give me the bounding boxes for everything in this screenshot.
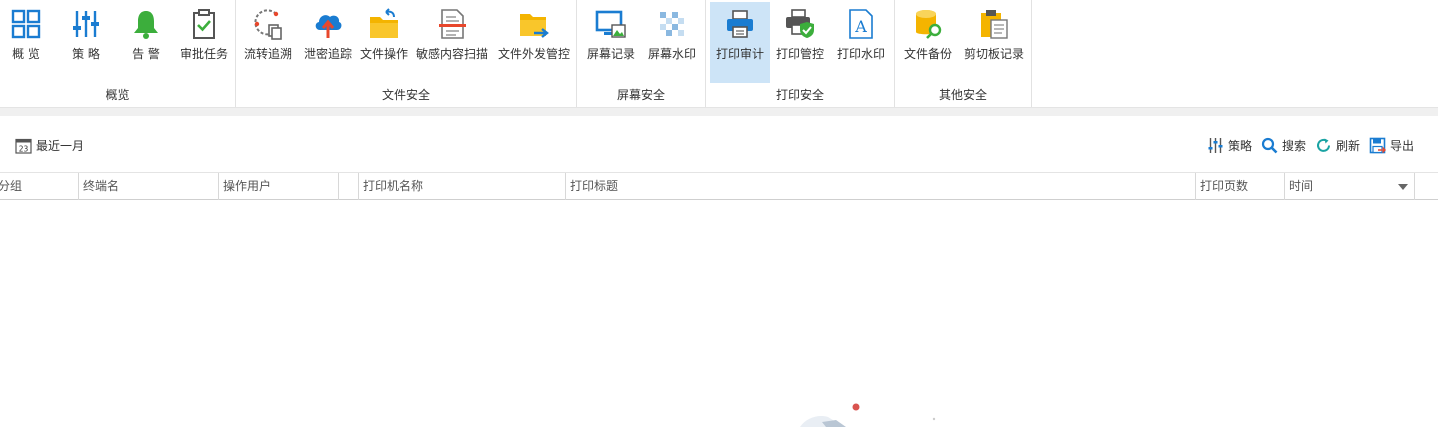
folder-arrow-icon [370, 8, 398, 38]
ribbon-group-screen-security: 屏幕记录 屏幕水印 屏幕安全 [577, 0, 706, 107]
ribbon-btn-trace[interactable]: 流转追溯 [240, 2, 296, 83]
sliders-icon [1208, 137, 1223, 153]
refresh-button[interactable]: 刷新 [1315, 136, 1360, 154]
save-disk-icon [1369, 137, 1386, 153]
export-label: 导出 [1390, 138, 1415, 153]
policy-button[interactable]: 策略 [1207, 136, 1252, 154]
column-header-terminal-name[interactable]: 终端名 [78, 173, 218, 200]
flow-trace-icon [254, 9, 282, 40]
ribbon-group-label: 文件安全 [381, 88, 430, 102]
calendar-icon: 23 [15, 138, 32, 154]
ribbon-btn-outgoing-control[interactable]: 文件外发管控 [494, 2, 574, 83]
svg-text:A: A [854, 17, 867, 36]
ribbon-btn-alert[interactable]: 告 警 [120, 2, 172, 83]
ribbon-group-file-security: 流转追溯 泄密追踪 文件操作 敏感内容扫描 文件外发管控 文件安全 [236, 0, 577, 107]
ribbon-btn-label: 策 略 [72, 47, 100, 61]
ribbon-btn-label: 剪切板记录 [963, 47, 1024, 61]
ribbon-group-other-security: 文件备份 剪切板记录 其他安全 [895, 0, 1032, 107]
column-header-blank[interactable] [338, 173, 358, 200]
ribbon-btn-screen-watermark[interactable]: 屏幕水印 [643, 2, 701, 83]
ribbon-btn-label: 文件外发管控 [497, 47, 570, 61]
folder-export-icon [520, 14, 549, 38]
ribbon-btn-clipboard-record[interactable]: 剪切板记录 [961, 2, 1027, 83]
refresh-label: 刷新 [1336, 138, 1361, 153]
printer-shield-icon [786, 9, 814, 38]
clipboard-icon [981, 10, 1008, 39]
empty-state-illustration [800, 403, 936, 427]
watermark-checker-icon [660, 12, 684, 36]
ribbon-group-print-security: 打印审计 打印管控 A 打印水印 打印安全 [706, 0, 895, 107]
ribbon-btn-print-control[interactable]: 打印管控 [774, 2, 826, 83]
column-header-page-count[interactable]: 打印页数 [1195, 173, 1284, 200]
ribbon-btn-file-backup[interactable]: 文件备份 [899, 2, 957, 83]
ribbon-btn-label: 屏幕水印 [647, 47, 696, 61]
ribbon: 概 览 策 略 告 警 审批任务 概览 流转追溯 泄密追踪 文件操作 敏感内容扫… [0, 0, 1438, 107]
column-header-filler [1414, 173, 1438, 200]
ribbon-btn-label: 文件备份 [903, 47, 952, 61]
column-header-time-label: 时间 [1289, 179, 1314, 193]
document-scan-icon [439, 9, 466, 39]
ribbon-btn-label: 告 警 [132, 47, 160, 61]
sort-desc-icon [1398, 184, 1408, 190]
ribbon-group-label: 其他安全 [938, 88, 987, 102]
dashboard-grid-icon [11, 9, 41, 39]
ribbon-group-label: 屏幕安全 [616, 88, 665, 102]
ribbon-btn-label: 敏感内容扫描 [415, 47, 488, 61]
date-range-button[interactable]: 23 最近一月 [15, 136, 84, 154]
ribbon-btn-label: 屏幕记录 [586, 47, 635, 61]
ribbon-btn-label: 流转追溯 [243, 47, 292, 61]
table-body [0, 200, 1438, 427]
ribbon-btn-approval[interactable]: 审批任务 [176, 2, 232, 83]
refresh-icon [1317, 138, 1330, 152]
table-header: 分组 终端名 操作用户 打印机名称 打印标题 打印页数 时间 [0, 172, 1438, 200]
ribbon-btn-label: 文件操作 [359, 47, 408, 61]
column-header-print-title[interactable]: 打印标题 [565, 173, 1195, 200]
ribbon-btn-label: 打印管控 [775, 47, 824, 61]
document-letter-a-icon: A [849, 9, 873, 39]
ribbon-group-label: 打印安全 [775, 88, 824, 102]
toolbar: 23 最近一月 策略 搜索 刷新 导出 [0, 116, 1438, 172]
ribbon-btn-label: 审批任务 [179, 47, 228, 61]
sliders-icon [73, 11, 99, 37]
bell-icon [134, 11, 158, 39]
monitor-image-icon [595, 10, 626, 38]
cloud-upload-icon [315, 15, 342, 38]
date-range-label: 最近一月 [36, 138, 85, 153]
search-icon [1261, 137, 1278, 153]
ribbon-btn-overview[interactable]: 概 览 [0, 2, 52, 83]
policy-label: 策略 [1228, 138, 1253, 153]
column-header-operator[interactable]: 操作用户 [218, 173, 338, 200]
ribbon-separator [0, 107, 1438, 116]
database-search-icon [916, 10, 942, 39]
column-header-group[interactable]: 分组 [0, 173, 78, 200]
ribbon-btn-sensitive-scan[interactable]: 敏感内容扫描 [414, 2, 490, 83]
column-header-time[interactable]: 时间 [1284, 173, 1414, 200]
ribbon-btn-label: 打印水印 [836, 47, 885, 61]
ribbon-group-label: 概览 [105, 88, 130, 102]
ribbon-btn-print-watermark[interactable]: A 打印水印 [832, 2, 890, 83]
ribbon-btn-label: 打印审计 [715, 47, 764, 61]
export-button[interactable]: 导出 [1369, 136, 1414, 154]
svg-text:23: 23 [19, 144, 29, 153]
ribbon-group-overview: 概 览 策 略 告 警 审批任务 概览 [0, 0, 236, 107]
printer-icon [727, 10, 753, 38]
ribbon-btn-label: 泄密追踪 [303, 47, 352, 61]
ribbon-btn-print-audit[interactable]: 打印审计 [710, 2, 770, 83]
ribbon-btn-file-ops[interactable]: 文件操作 [358, 2, 410, 83]
ribbon-btn-label: 概 览 [12, 47, 40, 61]
ribbon-btn-screen-record[interactable]: 屏幕记录 [583, 2, 639, 83]
column-header-printer-name[interactable]: 打印机名称 [358, 173, 565, 200]
search-label: 搜索 [1282, 138, 1307, 153]
clipboard-check-icon [193, 9, 215, 39]
ribbon-btn-leak-track[interactable]: 泄密追踪 [300, 2, 356, 83]
search-button[interactable]: 搜索 [1261, 136, 1306, 154]
ribbon-btn-policy[interactable]: 策 略 [60, 2, 112, 83]
